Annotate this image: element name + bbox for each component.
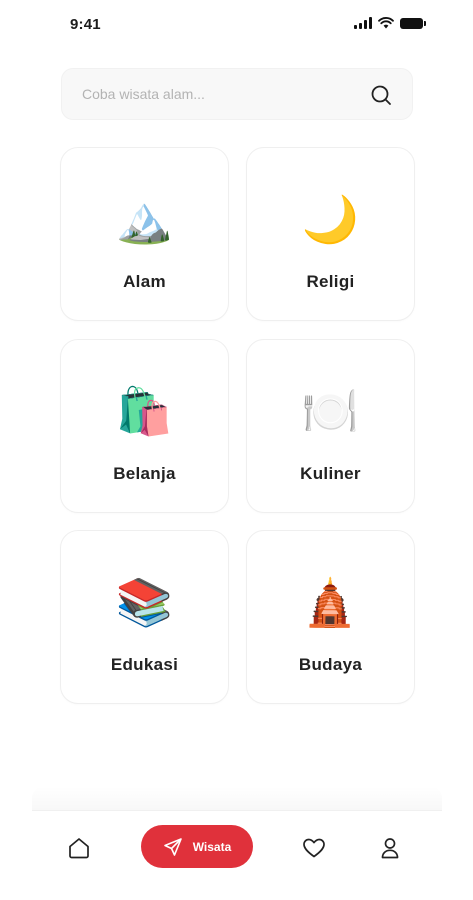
shopping-bags-icon: 🛍️	[115, 384, 174, 438]
status-icons	[354, 17, 426, 29]
category-card-belanja[interactable]: 🛍️ Belanja	[60, 339, 229, 513]
cellular-signal-icon	[354, 17, 372, 29]
category-label: Belanja	[113, 464, 176, 483]
books-icon: 📚	[115, 575, 174, 629]
crescent-moon-star-icon: 🌙	[301, 192, 360, 246]
bottom-nav: Wisata	[32, 810, 442, 886]
nav-profile[interactable]	[375, 833, 405, 863]
heart-icon	[303, 838, 325, 858]
category-card-alam[interactable]: 🏔️ Alam	[60, 147, 229, 321]
nav-wisata[interactable]: Wisata	[141, 825, 253, 868]
user-icon	[381, 838, 399, 859]
nav-wisata-label: Wisata	[192, 839, 232, 854]
nav-favorites[interactable]	[299, 833, 329, 863]
battery-icon	[400, 17, 426, 29]
home-icon	[69, 838, 89, 859]
search-icon[interactable]	[370, 84, 392, 106]
category-label: Budaya	[298, 655, 363, 674]
category-label: Kuliner	[300, 464, 361, 483]
send-icon	[163, 837, 182, 856]
category-card-budaya[interactable]: 🛕 Budaya	[246, 530, 415, 704]
wifi-icon	[378, 17, 394, 29]
category-label: Edukasi	[110, 655, 179, 674]
category-card-religi[interactable]: 🌙 Religi	[246, 147, 415, 321]
plate-cutlery-icon: 🍽️	[301, 384, 360, 438]
search-bar[interactable]	[61, 68, 413, 120]
category-label: Religi	[306, 272, 355, 291]
status-bar: 9:41	[0, 0, 473, 50]
status-time: 9:41	[70, 16, 101, 33]
nav-home[interactable]	[64, 833, 94, 863]
temple-icon: 🛕	[301, 575, 360, 629]
mountain-icon: 🏔️	[115, 192, 174, 246]
category-card-edukasi[interactable]: 📚 Edukasi	[60, 530, 229, 704]
category-label: Alam	[123, 272, 166, 291]
category-card-kuliner[interactable]: 🍽️ Kuliner	[246, 339, 415, 513]
search-input[interactable]	[82, 69, 362, 119]
